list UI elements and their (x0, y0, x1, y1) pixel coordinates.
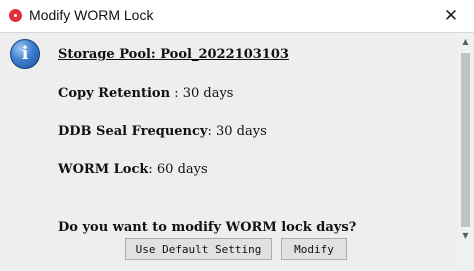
ddb-seal-frequency-value: : 30 days (207, 124, 267, 139)
info-icon: i (10, 39, 40, 69)
worm-lock-label: WORM Lock (58, 162, 149, 177)
scroll-up-arrow-icon[interactable]: ▲ (457, 33, 474, 50)
use-default-setting-button[interactable]: Use Default Setting (125, 238, 272, 260)
modify-button[interactable]: Modify (281, 238, 347, 260)
confirm-question: Do you want to modify WORM lock days? (58, 220, 357, 235)
title-bar: Modify WORM Lock ✕ (0, 0, 474, 32)
vertical-scrollbar[interactable]: ▲ ▼ (457, 33, 474, 271)
app-logo-icon (9, 9, 22, 22)
ddb-seal-frequency-label: DDB Seal Frequency (58, 124, 208, 139)
window-title: Modify WORM Lock (29, 7, 154, 23)
dialog-content: i Storage Pool: Pool_2022103103 Copy Ret… (0, 32, 474, 271)
copy-retention-row: Copy Retention : 30 days (58, 86, 233, 101)
scroll-thumb[interactable] (461, 53, 470, 227)
copy-retention-value: : 30 days (170, 86, 234, 101)
worm-lock-value: : 60 days (148, 162, 208, 177)
copy-retention-label: Copy Retention (58, 86, 171, 101)
info-icon-glyph: i (21, 43, 29, 64)
storage-pool-label: Storage Pool: Pool_2022103103 (58, 47, 289, 62)
scroll-down-arrow-icon[interactable]: ▼ (457, 227, 474, 244)
close-button[interactable]: ✕ (428, 0, 474, 32)
worm-lock-row: WORM Lock: 60 days (58, 162, 208, 177)
ddb-seal-frequency-row: DDB Seal Frequency: 30 days (58, 124, 267, 139)
